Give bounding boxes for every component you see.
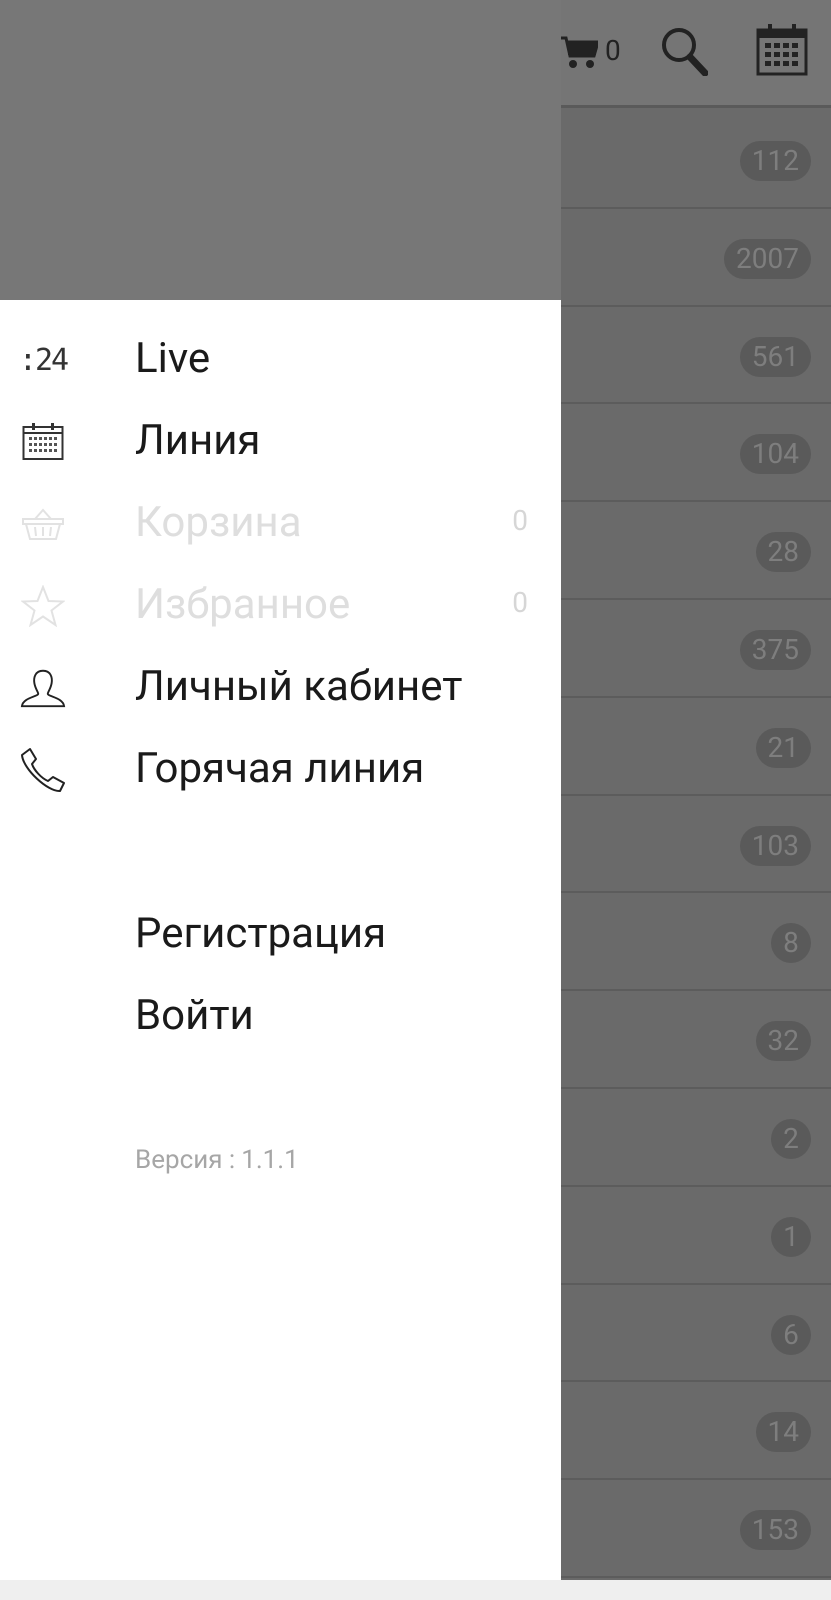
register-link[interactable]: Регистрация xyxy=(0,900,561,982)
version-label: Версия : xyxy=(135,1145,236,1175)
system-navigation-bar xyxy=(0,1580,831,1600)
drawer-header xyxy=(0,0,561,300)
phone-icon xyxy=(20,748,66,792)
event-count-badge: 104 xyxy=(739,434,811,475)
event-count-badge: 1 xyxy=(771,1216,811,1257)
menu-item-live[interactable]: :24 Live xyxy=(0,319,561,401)
menu-item-label: Live xyxy=(135,334,211,383)
event-count-badge: 14 xyxy=(755,1412,811,1453)
login-label: Войти xyxy=(135,991,254,1040)
cart-icon[interactable] xyxy=(558,34,598,70)
menu-item-favorites[interactable]: Избранное 0 xyxy=(0,565,561,647)
menu-item-hotline[interactable]: Горячая линия xyxy=(0,729,561,811)
event-count-badge: 32 xyxy=(755,1021,811,1062)
event-count-badge: 21 xyxy=(755,727,811,768)
menu-item-label: Личный кабинет xyxy=(135,662,463,711)
event-count-badge: 153 xyxy=(739,1510,811,1551)
event-count-badge: 2007 xyxy=(724,238,811,279)
menu-item-line[interactable]: Линия xyxy=(0,401,561,483)
version-value: 1.1.1 xyxy=(241,1145,299,1175)
event-count-badge: 2 xyxy=(771,1118,811,1159)
auth-links: Регистрация Войти xyxy=(0,900,561,1064)
drawer-menu: :24 Live Линия Корзина 0 Избранное 0 Лич… xyxy=(0,319,561,811)
toolbar-cart-count: 0 xyxy=(605,34,621,67)
menu-item-label: Корзина xyxy=(135,498,302,547)
basket-count: 0 xyxy=(512,504,528,537)
user-icon xyxy=(20,667,66,709)
event-count-badge: 6 xyxy=(771,1314,811,1355)
event-count-badge: 561 xyxy=(739,336,811,377)
menu-item-label: Линия xyxy=(135,416,261,465)
event-count-badge: 112 xyxy=(739,141,811,181)
menu-item-label: Горячая линия xyxy=(135,744,425,793)
menu-item-label: Избранное xyxy=(135,580,351,629)
register-label: Регистрация xyxy=(135,909,387,958)
event-count-badge: 28 xyxy=(755,532,811,573)
event-count-badge: 375 xyxy=(739,629,811,670)
event-count-badge: 103 xyxy=(739,825,811,866)
menu-item-account[interactable]: Личный кабинет xyxy=(0,647,561,729)
app-version: Версия :1.1.1 xyxy=(135,1145,299,1175)
search-icon[interactable] xyxy=(660,26,708,76)
live-24-icon: :24 xyxy=(18,342,69,378)
star-icon xyxy=(20,585,66,627)
menu-item-basket[interactable]: Корзина 0 xyxy=(0,483,561,565)
calendar-icon[interactable] xyxy=(755,22,809,76)
calendar-icon xyxy=(20,421,66,463)
favorites-count: 0 xyxy=(512,586,528,619)
event-count-badge: 8 xyxy=(771,923,811,964)
navigation-drawer: :24 Live Линия Корзина 0 Избранное 0 Лич… xyxy=(0,0,561,1580)
login-link[interactable]: Войти xyxy=(0,982,561,1064)
basket-icon xyxy=(20,503,66,545)
